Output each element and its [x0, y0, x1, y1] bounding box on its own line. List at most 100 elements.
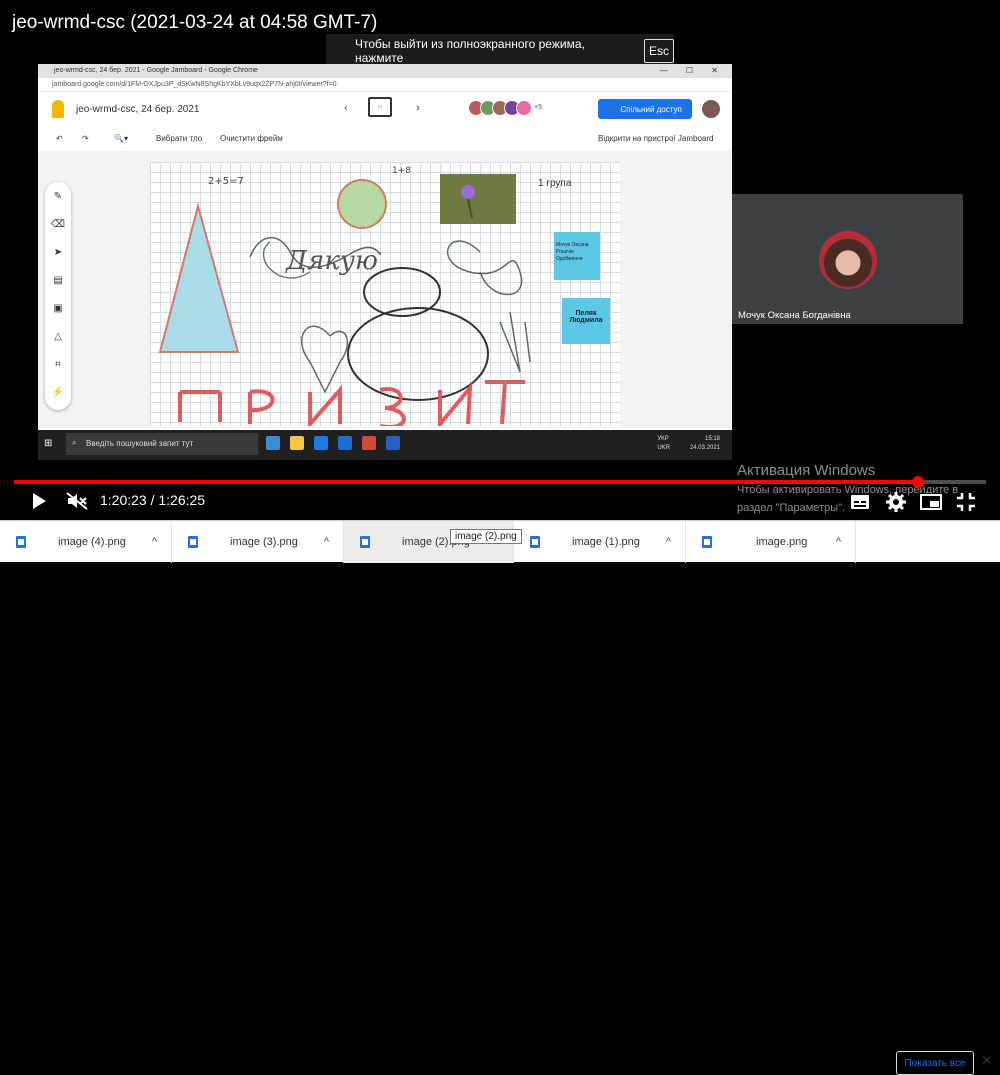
subtitles-button[interactable]: [850, 494, 870, 515]
play-button[interactable]: [30, 492, 48, 515]
sticky-note-text: Мочук Оксана Рощічін Одобження: [556, 242, 589, 262]
download-filename: image (4).png: [58, 536, 126, 548]
download-item[interactable]: image (1).png ^: [514, 521, 686, 563]
jamboard-header: jeo-wrmd-csc, 24 бер. 2021 ‹ ▭ › +5 👤 Сп…: [38, 92, 732, 126]
mail-icon: [338, 436, 352, 450]
share-button: 👤 Спільний доступ: [598, 99, 692, 119]
url-text: jamboard.google.com/d/1FM-OXJpu3P_dSKwN8…: [52, 81, 337, 88]
clear-frame-button: Очистити фрейм: [220, 134, 283, 143]
sticky-note-icon: ▤: [53, 274, 63, 286]
collaborator-avatars: +5: [468, 100, 542, 116]
undo-icon: ↶: [56, 134, 63, 143]
filename-tooltip: image (2).png: [450, 529, 522, 544]
download-item[interactable]: image (3).png ^: [172, 521, 344, 563]
play-icon: [33, 493, 46, 509]
store-icon: [314, 436, 328, 450]
pen-icon: ✎: [53, 190, 63, 202]
taskbar-clock: 15:18 24.03.2021: [690, 435, 720, 453]
image-file-icon: [530, 536, 540, 548]
jamboard-toolbar: ↶ ↷ 🔍▾ Вибрати тло Очистити фрейм Відкри…: [38, 126, 732, 152]
tool-rail: ✎ ⌫ ➤ ▤ ▣ △ ⌗ ⚡: [45, 182, 71, 410]
handwritten-word: Дякую: [286, 246, 378, 276]
language-code: UKR: [657, 445, 670, 451]
equation-text: 1+8: [392, 166, 411, 176]
avatar: [516, 100, 532, 116]
progress-bar[interactable]: [14, 476, 986, 488]
open-on-device-button: Відкрити на пристрої Jamboard: [598, 134, 714, 143]
windows-start-icon: ⊞: [44, 438, 53, 449]
image-file-icon: [16, 536, 26, 548]
taskbar-apps: [266, 436, 400, 450]
miniplayer-icon: [920, 494, 942, 510]
exit-fullscreen-icon: [957, 493, 975, 511]
chevron-up-icon[interactable]: ^: [666, 536, 671, 548]
show-all-downloads-button[interactable]: Показать все: [896, 1051, 974, 1075]
sticky-note-text: Пеляк Людмила: [569, 310, 603, 324]
fullscreen-notice-text: Чтобы выйти из полноэкранного режима, на…: [355, 37, 585, 65]
green-circle-shape: [337, 179, 387, 229]
select-background-button: Вибрати тло: [156, 134, 203, 143]
group-label: 1 група: [538, 178, 572, 189]
handwriting-stroke: [485, 380, 525, 425]
frame-thumbnail: ▭: [368, 97, 392, 117]
heart-scribble: [300, 325, 349, 394]
handwriting-stroke: [248, 389, 275, 424]
leaf-scribble: [499, 311, 531, 373]
jam-title: jeo-wrmd-csc, 24 бер. 2021: [76, 104, 200, 115]
search-icon: ⌕: [72, 438, 77, 447]
file-explorer-icon: [290, 436, 304, 450]
gear-icon: [886, 492, 906, 512]
video-player[interactable]: jeo-wrmd-csc (2021-03-24 at 04:58 GMT-7)…: [0, 0, 1000, 520]
download-filename: image (1).png: [572, 536, 640, 548]
text-box-icon: ⌗: [55, 358, 61, 370]
eraser-icon: ⌫: [50, 218, 66, 230]
select-icon: ➤: [53, 246, 63, 258]
window-controls-icon: — ☐ ✕: [659, 66, 726, 75]
flower-scribble: [446, 240, 523, 296]
participant-avatar: [819, 231, 877, 289]
avatar: [702, 100, 720, 118]
participant-tile: Мочук Оксана Богданівна: [732, 194, 963, 324]
volume-muted-icon: [66, 492, 88, 510]
next-frame-icon: ›: [416, 102, 420, 114]
image-file-icon: [188, 536, 198, 548]
large-ellipse-shape: [347, 307, 489, 401]
video-title: jeo-wrmd-csc (2021-03-24 at 04:58 GMT-7): [12, 12, 378, 33]
esc-key-badge: Esc: [643, 39, 674, 63]
redo-icon: ↷: [82, 134, 89, 143]
clock-date: 24.03.2021: [689, 445, 720, 451]
fullscreen-notice: Чтобы выйти из полноэкранного режима, на…: [326, 34, 674, 68]
drawing-layer: [158, 174, 610, 426]
download-item[interactable]: image (4).png ^: [0, 521, 172, 563]
equation-text: 2+5=7: [208, 176, 244, 187]
chevron-up-icon[interactable]: ^: [152, 536, 157, 548]
address-bar: jamboard.google.com/d/1FM-OXJpu3P_dSKwN8…: [38, 78, 732, 92]
miniplayer-button[interactable]: [920, 494, 942, 515]
clock-time: 15:18: [704, 436, 720, 442]
taskbar-search-placeholder: Введіть пошуковий запит тут: [86, 439, 194, 448]
taskbar-search: ⌕ Введіть пошуковий запит тут: [66, 433, 258, 455]
language-code: УКР: [657, 436, 669, 442]
laser-icon: ⚡: [51, 386, 65, 398]
triangle-shape: [158, 202, 240, 353]
settings-button[interactable]: [886, 492, 906, 517]
mute-button[interactable]: [66, 492, 88, 515]
language-indicator: УКР UKR: [657, 435, 670, 453]
chevron-up-icon[interactable]: ^: [836, 536, 841, 548]
close-icon[interactable]: ✕: [981, 1052, 993, 1069]
image-file-icon: [702, 536, 712, 548]
video-time: 1:20:23 / 1:26:25: [100, 492, 206, 508]
progress-scrubber[interactable]: [911, 476, 924, 488]
jamboard-logo-icon: [52, 100, 64, 118]
progress-fill: [14, 480, 918, 484]
chrome-title-bar: jeo-wrmd-csc, 24 бер. 2021 - Google Jamb…: [38, 64, 732, 78]
more-collaborators-count: +5: [534, 104, 542, 111]
chevron-up-icon[interactable]: ^: [324, 536, 329, 548]
share-icon: 👤: [608, 104, 621, 114]
handwriting-stroke: [178, 390, 222, 422]
download-item[interactable]: image.png ^: [686, 521, 856, 563]
image-file-icon: [360, 536, 370, 548]
image-icon: ▣: [53, 302, 63, 314]
word-icon: [386, 436, 400, 450]
exit-fullscreen-button[interactable]: [956, 492, 976, 517]
